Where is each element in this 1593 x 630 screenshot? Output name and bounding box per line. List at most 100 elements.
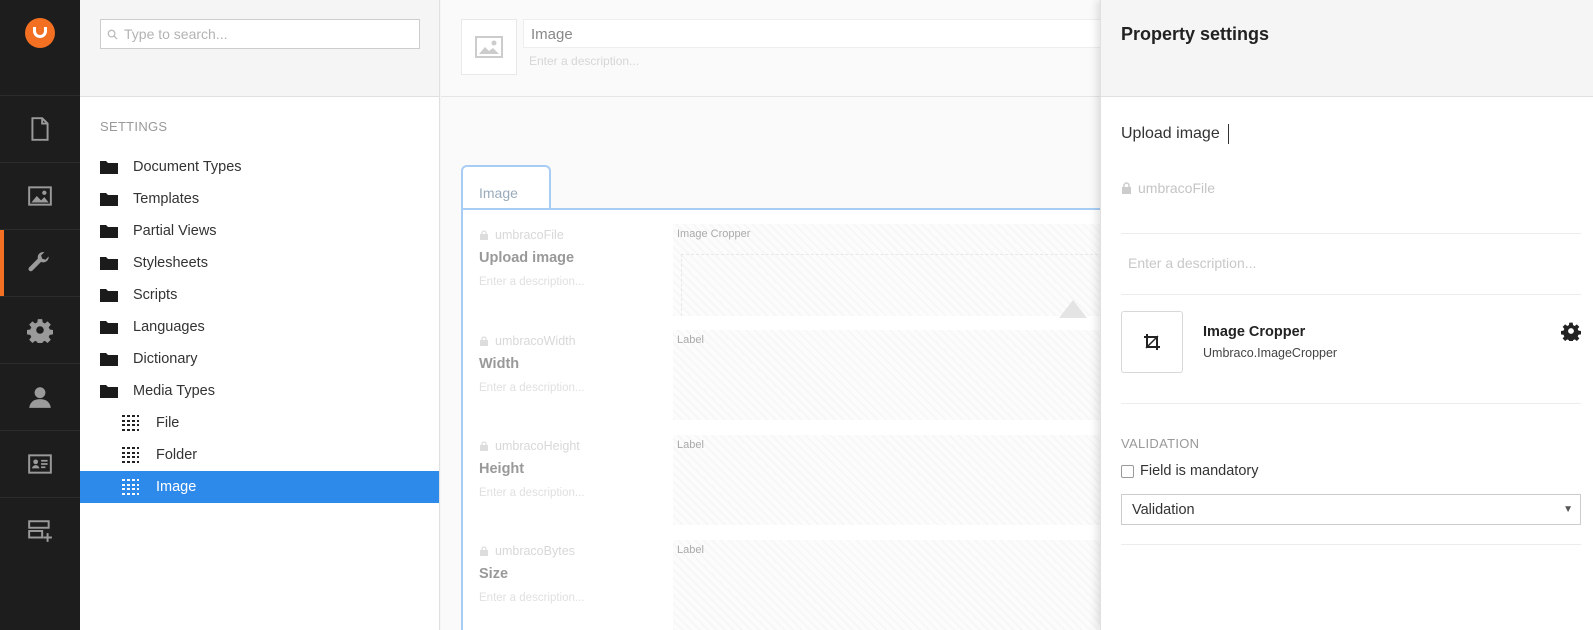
property-alias: umbracoWidth bbox=[479, 334, 659, 348]
mandatory-checkbox[interactable] bbox=[1121, 464, 1134, 478]
tree-item-label: Scripts bbox=[133, 287, 178, 303]
section-members[interactable] bbox=[0, 430, 80, 497]
folder-icon bbox=[100, 350, 118, 368]
tree-item-file[interactable]: File bbox=[80, 407, 439, 439]
id-card-icon bbox=[28, 454, 52, 474]
property-description: Enter a description... bbox=[479, 382, 585, 394]
tree-item-templates[interactable]: Templates bbox=[80, 183, 439, 215]
tree-item-label: Templates bbox=[133, 191, 200, 207]
property-editor-preview: Label bbox=[673, 435, 1113, 525]
property-row[interactable]: umbracoFile Upload image Enter a descrip… bbox=[479, 228, 659, 288]
search-box[interactable] bbox=[100, 19, 420, 49]
tree-item-label: Media Types bbox=[133, 383, 215, 399]
media-type-name-input[interactable]: Image bbox=[523, 19, 1103, 48]
section-users[interactable] bbox=[0, 363, 80, 430]
tree-item-label: Dictionary bbox=[133, 351, 198, 367]
search-icon bbox=[107, 29, 118, 40]
section-forms[interactable] bbox=[0, 497, 80, 564]
tree-item-folder[interactable]: Folder bbox=[80, 439, 439, 471]
media-type-icon bbox=[122, 446, 140, 464]
editor-label: Image Cropper bbox=[677, 228, 751, 240]
user-icon bbox=[29, 387, 51, 408]
editor-label: Label bbox=[677, 439, 704, 451]
tree-item-label: Image bbox=[156, 479, 197, 495]
upload-arrow-icon bbox=[1059, 300, 1087, 318]
property-name: Size bbox=[479, 566, 509, 582]
media-type-editor: Image Enter a description... Image umbra… bbox=[441, 0, 1121, 630]
property-editor-preview: Label bbox=[673, 540, 1113, 630]
lock-icon bbox=[480, 546, 488, 556]
lock-icon[interactable] bbox=[1121, 182, 1132, 194]
search-input[interactable] bbox=[124, 26, 404, 42]
tree-item-languages[interactable]: Languages bbox=[80, 311, 439, 343]
form-add-icon bbox=[28, 520, 52, 542]
section-developer[interactable] bbox=[0, 296, 80, 363]
tree-item-partial-views[interactable]: Partial Views bbox=[80, 215, 439, 247]
media-type-icon bbox=[122, 478, 140, 496]
tree-panel: SETTINGS Document Types Templates Partia… bbox=[80, 0, 440, 630]
image-icon bbox=[28, 186, 52, 206]
property-alias-text: umbracoFile bbox=[1138, 180, 1216, 196]
chevron-down-icon: ▼ bbox=[1563, 504, 1573, 515]
property-description: Enter a description... bbox=[479, 487, 585, 499]
property-alias-text: umbracoHeight bbox=[495, 439, 580, 453]
tree-item-dictionary[interactable]: Dictionary bbox=[80, 343, 439, 375]
section-content[interactable] bbox=[0, 95, 80, 162]
tree-item-label: File bbox=[156, 415, 180, 431]
panel-title: Property settings bbox=[1101, 0, 1593, 97]
editor-icon-box[interactable] bbox=[1121, 311, 1183, 373]
property-row[interactable]: umbracoHeight Height Enter a description… bbox=[479, 439, 659, 499]
property-settings-panel: Property settings umbracoFile Image Crop… bbox=[1100, 0, 1593, 630]
app-rail bbox=[0, 0, 80, 630]
property-description: Enter a description... bbox=[479, 276, 585, 288]
tab-image[interactable]: Image bbox=[461, 165, 551, 210]
divider bbox=[1121, 544, 1581, 545]
editor-header: Image Enter a description... bbox=[441, 0, 1103, 97]
media-type-icon bbox=[122, 414, 140, 432]
folder-icon bbox=[100, 382, 118, 400]
folder-icon bbox=[100, 190, 118, 208]
property-group: umbracoFile Upload image Enter a descrip… bbox=[461, 208, 1121, 630]
umbraco-logo[interactable] bbox=[25, 18, 55, 48]
editor-label: Label bbox=[677, 334, 704, 346]
tree-item-label: Languages bbox=[133, 319, 205, 335]
editor-settings-gear-icon[interactable] bbox=[1561, 321, 1581, 341]
crop-icon bbox=[1144, 334, 1160, 350]
property-row[interactable]: umbracoBytes Size Enter a description... bbox=[479, 544, 659, 604]
property-description: Enter a description... bbox=[479, 592, 585, 604]
tree-item-image[interactable]: Image bbox=[80, 471, 439, 503]
wrench-icon bbox=[28, 252, 49, 272]
lock-icon bbox=[480, 230, 488, 240]
tree-item-media-types[interactable]: Media Types bbox=[80, 375, 439, 407]
property-editor-preview: Image Cropper bbox=[673, 224, 1113, 318]
property-description-input[interactable] bbox=[1128, 252, 1578, 274]
tree-item-scripts[interactable]: Scripts bbox=[80, 279, 439, 311]
panel-body: umbracoFile Image Cropper Umbraco.ImageC… bbox=[1101, 121, 1593, 545]
folder-icon bbox=[100, 254, 118, 272]
validation-select[interactable]: Validation ▼ bbox=[1121, 494, 1581, 525]
property-editor-preview: Label bbox=[673, 330, 1113, 420]
image-icon bbox=[475, 36, 503, 58]
property-name-input[interactable] bbox=[1121, 121, 1581, 147]
tree-item-label: Folder bbox=[156, 447, 198, 463]
tree-item-label: Partial Views bbox=[133, 223, 217, 239]
text-caret bbox=[1228, 124, 1229, 144]
property-editor-card[interactable]: Image Cropper Umbraco.ImageCropper bbox=[1121, 311, 1581, 373]
section-media[interactable] bbox=[0, 162, 80, 229]
property-alias-text: umbracoWidth bbox=[495, 334, 576, 348]
property-alias-row[interactable]: umbracoFile bbox=[1121, 177, 1573, 199]
mandatory-checkbox-row[interactable]: Field is mandatory bbox=[1121, 463, 1573, 479]
editor-info: Image Cropper Umbraco.ImageCropper bbox=[1203, 324, 1337, 360]
section-settings[interactable] bbox=[0, 229, 80, 296]
dropzone-outline bbox=[681, 254, 1113, 316]
tree-item-stylesheets[interactable]: Stylesheets bbox=[80, 247, 439, 279]
logo-container bbox=[0, 0, 80, 66]
media-type-description-input[interactable]: Enter a description... bbox=[529, 54, 639, 68]
media-type-icon-picker[interactable] bbox=[461, 19, 517, 75]
folder-icon bbox=[100, 286, 118, 304]
property-row[interactable]: umbracoWidth Width Enter a description..… bbox=[479, 334, 659, 394]
validation-select-value: Validation bbox=[1132, 501, 1195, 518]
property-alias: umbracoHeight bbox=[479, 439, 659, 453]
tree-item-document-types[interactable]: Document Types bbox=[80, 151, 439, 183]
property-alias: umbracoBytes bbox=[479, 544, 659, 558]
